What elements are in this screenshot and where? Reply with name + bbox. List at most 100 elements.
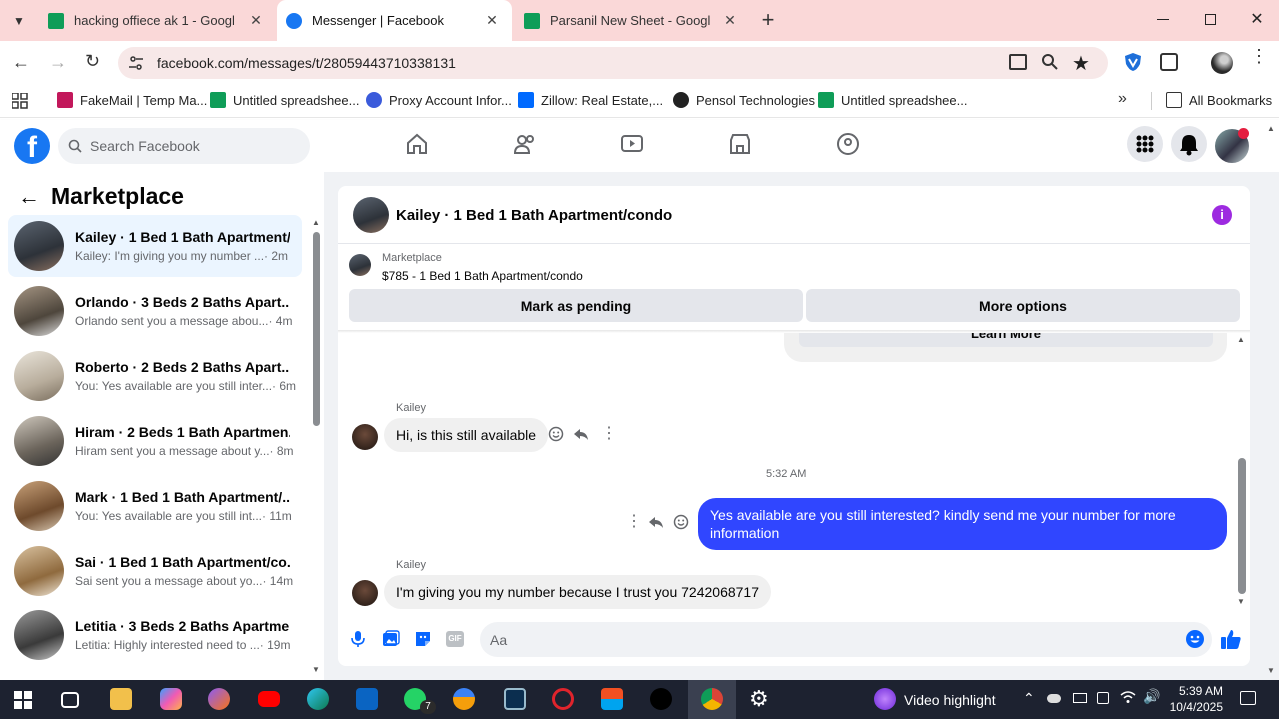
video-highlight-text[interactable]: Video highlight [904,692,996,708]
learn-more-button[interactable]: Learn More [799,333,1213,347]
wifi-icon[interactable] [1120,690,1136,704]
notification-center-icon[interactable] [1240,691,1256,705]
conversation-info-icon[interactable]: i [1212,205,1232,225]
home-icon[interactable] [405,132,429,156]
outgoing-message[interactable]: Yes available are you still interested? … [698,498,1227,550]
close-tab-icon[interactable]: ✕ [484,12,500,28]
youtube-icon[interactable] [258,691,280,707]
tumbleweed-icon[interactable] [208,688,230,710]
bookmark-pensol[interactable]: Pensol Technologies [673,92,815,108]
incoming-message[interactable]: Hi, is this still available [384,418,549,452]
clock-time[interactable]: 5:39 AM [1173,684,1223,698]
bookmark-star-icon[interactable]: ★ [1072,51,1090,76]
close-tab-icon[interactable]: ✕ [248,12,264,28]
friends-icon[interactable] [513,132,537,156]
tab-parsanil-sheet[interactable]: Parsanil New Sheet - Google Sh ✕ [514,0,750,41]
new-tab-button[interactable]: + [758,8,778,32]
sidebar-scrollbar[interactable] [313,232,320,426]
settings-gear-icon[interactable]: ⚙ [749,686,769,712]
chat-scroll-up-icon[interactable]: ▲ [1237,335,1245,344]
chat-header-thumbnail[interactable] [353,197,389,233]
bookmark-zillow[interactable]: Zillow: Real Estate,... [518,92,663,108]
groups-icon[interactable] [836,132,860,156]
incoming-message[interactable]: I'm giving you my number because I trust… [384,575,771,609]
bookmark-untitled-sheet-2[interactable]: Untitled spreadshee... [818,92,967,108]
zoom-icon[interactable] [1041,53,1059,71]
install-app-icon[interactable] [1009,54,1027,70]
gif-icon[interactable]: GIF [446,631,464,647]
message-more-icon[interactable]: ⋮ [626,514,642,530]
chat-scroll-down-icon[interactable]: ▼ [1237,597,1245,606]
message-more-icon[interactable]: ⋮ [601,426,617,442]
reply-icon[interactable] [573,426,589,442]
conversation-item[interactable]: Roberto · 2 Beds 2 Baths Apart... You: Y… [8,345,302,407]
notifications-bell-icon[interactable] [1171,126,1207,162]
tray-network-adapter-icon[interactable] [1097,692,1109,704]
windows-start-icon[interactable] [14,691,32,709]
conversation-item[interactable]: Hiram · 2 Beds 1 Bath Apartmen... Hiram … [8,410,302,472]
react-emoji-icon[interactable] [673,514,689,530]
tiktok-icon[interactable] [650,688,672,710]
sticker-icon[interactable] [414,630,432,648]
forward-icon[interactable]: → [49,52,67,73]
conversation-item[interactable]: Kailey · 1 Bed 1 Bath Apartment/... Kail… [8,215,302,277]
tray-cloud-icon[interactable] [1047,694,1061,703]
all-bookmarks-button[interactable]: All Bookmarks [1166,92,1272,108]
close-window-button[interactable]: ✕ [1249,10,1265,30]
bookmark-proxy-account[interactable]: Proxy Account Infor... [366,92,512,108]
vpn-shield-icon[interactable] [1124,52,1142,72]
chrome-icon[interactable] [701,688,723,710]
conversation-item[interactable]: Mark · 1 Bed 1 Bath Apartment/... You: Y… [8,475,302,537]
back-icon[interactable]: ← [12,52,30,73]
video-highlight-widget[interactable] [874,688,896,710]
tray-battery-icon[interactable] [1073,693,1087,703]
listing-thumbnail-small[interactable] [349,254,371,276]
tab-search-button[interactable]: ▼ [10,12,28,30]
site-info-icon[interactable] [128,55,144,71]
video-icon[interactable] [620,132,644,156]
sidebar-scroll-up-icon[interactable]: ▲ [312,218,320,227]
marketplace-icon[interactable] [728,132,752,156]
edge-icon[interactable] [307,688,329,710]
message-input[interactable]: Aa [480,622,1212,657]
back-arrow-icon[interactable]: ← [18,184,40,210]
like-thumbs-up-icon[interactable] [1220,628,1242,650]
conversation-item[interactable]: Letitia · 3 Beds 2 Baths Apartme... Leti… [8,604,302,666]
sidebar-scroll-down-icon[interactable]: ▼ [312,665,320,674]
browser-menu-icon[interactable]: ⋮ [1250,47,1268,65]
page-scroll-up-icon[interactable]: ▲ [1267,124,1275,133]
reply-icon[interactable] [648,514,664,530]
tab-hacking-sheet[interactable]: hacking offiece ak 1 - Google S ✕ [40,0,276,41]
store-icon[interactable] [601,688,623,710]
task-view-icon[interactable] [61,692,79,708]
sender-avatar[interactable] [352,424,378,450]
bookmark-untitled-sheet-1[interactable]: Untitled spreadshee... [210,92,359,108]
conversation-item[interactable]: Sai · 1 Bed 1 Bath Apartment/co... Sai s… [8,540,302,602]
apps-grid-icon[interactable] [12,93,28,109]
restore-button[interactable] [1205,14,1216,25]
menu-grid-button[interactable] [1127,126,1163,162]
minimize-button[interactable] [1157,19,1169,20]
achievement-icon[interactable] [453,688,475,710]
copilot-icon[interactable] [160,688,182,710]
reload-icon[interactable]: ↻ [85,51,100,72]
more-options-button[interactable]: More options [806,289,1240,322]
extensions-icon[interactable] [1160,53,1178,71]
close-tab-icon[interactable]: ✕ [722,12,738,28]
chat-scrollbar[interactable] [1238,458,1246,594]
tab-messenger[interactable]: Messenger | Facebook ✕ [277,0,512,41]
emoji-picker-icon[interactable] [1185,629,1205,649]
react-emoji-icon[interactable] [548,426,564,442]
photo-icon[interactable] [382,630,400,648]
conversation-item[interactable]: Orlando · 3 Beds 2 Baths Apart... Orland… [8,280,302,342]
mark-as-pending-button[interactable]: Mark as pending [349,289,803,322]
more-bookmarks-icon[interactable]: » [1118,90,1127,108]
bookmark-fakemail[interactable]: FakeMail | Temp Ma... [57,92,207,108]
volume-icon[interactable]: 🔊 [1143,688,1160,705]
clock-date[interactable]: 10/4/2025 [1165,700,1223,714]
file-explorer-icon[interactable] [110,688,132,710]
outlook-icon[interactable] [356,688,378,710]
sender-avatar[interactable] [352,580,378,606]
opera-icon[interactable] [552,688,574,710]
listing-title[interactable]: $785 - 1 Bed 1 Bath Apartment/condo [382,269,583,283]
